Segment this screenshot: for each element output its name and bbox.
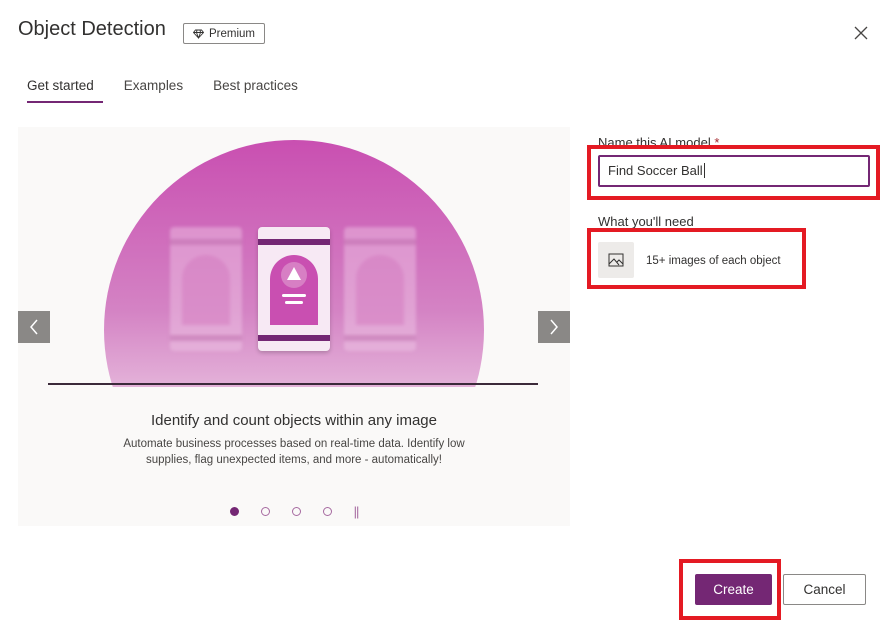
tab-list: Get started Examples Best practices xyxy=(18,76,319,103)
create-button[interactable]: Create xyxy=(695,574,772,605)
model-name-value: Find Soccer Ball xyxy=(608,163,703,178)
dialog-title: Object Detection xyxy=(18,18,166,40)
carousel-description: Automate business processes based on rea… xyxy=(123,438,465,466)
need-item-icon-tile xyxy=(598,242,634,278)
carousel-prev-button[interactable] xyxy=(18,311,50,343)
cancel-button[interactable]: Cancel xyxy=(783,574,866,605)
carousel: Identify and count objects within any im… xyxy=(18,127,570,526)
premium-label: Premium xyxy=(208,27,255,40)
carousel-pagination: || xyxy=(18,504,570,519)
carousel-dot-4[interactable] xyxy=(322,507,332,516)
illustration-card-right xyxy=(344,227,416,351)
tab-get-started[interactable]: Get started xyxy=(18,76,103,103)
illustration-baseline xyxy=(48,383,538,385)
tab-examples[interactable]: Examples xyxy=(115,76,192,103)
image-placeholder-icon xyxy=(281,262,307,304)
carousel-title: Identify and count objects within any im… xyxy=(150,412,437,429)
close-button[interactable] xyxy=(850,22,872,44)
carousel-dot-2[interactable] xyxy=(260,507,270,516)
model-name-input[interactable]: Find Soccer Ball xyxy=(598,155,870,187)
image-icon xyxy=(608,253,624,267)
diamond-icon xyxy=(192,29,204,39)
need-item-text: 15+ images of each object xyxy=(646,255,781,267)
premium-badge: Premium xyxy=(183,23,265,44)
carousel-dot-3[interactable] xyxy=(291,507,301,516)
close-icon xyxy=(854,26,868,40)
chevron-right-icon xyxy=(550,319,558,335)
illustration-card-main xyxy=(258,227,330,351)
tab-best-practices[interactable]: Best practices xyxy=(204,76,307,103)
chevron-left-icon xyxy=(30,319,38,335)
carousel-next-button[interactable] xyxy=(538,311,570,343)
pause-icon[interactable]: || xyxy=(354,504,360,519)
what-you-need-label: What you'll need xyxy=(598,214,694,229)
carousel-dot-1[interactable] xyxy=(229,507,239,516)
illustration-card-left xyxy=(170,227,242,351)
